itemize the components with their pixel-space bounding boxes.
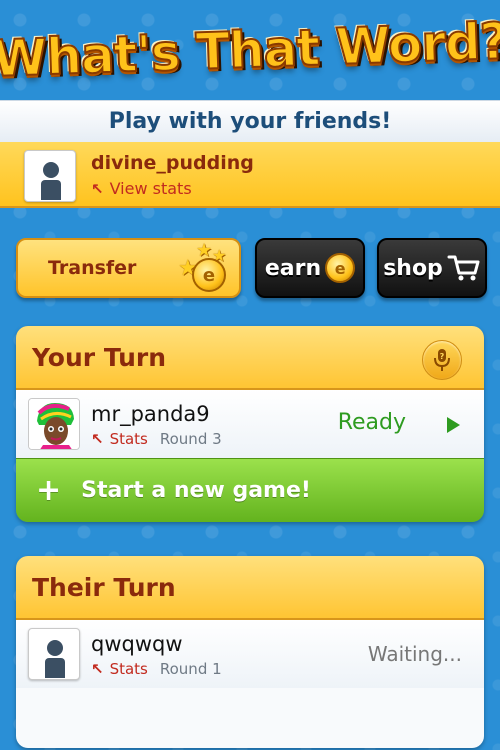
character-avatar-icon bbox=[29, 399, 79, 449]
game-status: Waiting... bbox=[367, 642, 462, 666]
player-name: mr_panda9 bbox=[91, 402, 210, 426]
user-silhouette-icon bbox=[43, 162, 59, 178]
user-silhouette-icon bbox=[47, 640, 63, 656]
arrow-up-left-icon: ↖ bbox=[91, 430, 104, 448]
user-avatar[interactable] bbox=[24, 150, 76, 202]
coins-stars-icon: ★ ★ ★ e bbox=[178, 240, 233, 294]
game-row[interactable]: qwqwqw ↖ Stats Round 1 Waiting... bbox=[16, 620, 484, 688]
game-row[interactable]: mr_panda9 ↖ Stats Round 3 Ready bbox=[16, 390, 484, 458]
start-new-game-label: Start a new game! bbox=[81, 478, 311, 503]
shopping-cart-icon bbox=[447, 255, 480, 281]
tagline-text: Play with your friends! bbox=[108, 109, 392, 134]
coin-icon: e bbox=[192, 258, 226, 292]
microphone-button[interactable]: ? bbox=[422, 340, 462, 380]
panel-footer bbox=[16, 688, 484, 748]
game-status: Ready bbox=[337, 410, 406, 435]
player-avatar bbox=[28, 628, 80, 680]
tagline-bar: Play with your friends! bbox=[0, 100, 500, 142]
earn-button[interactable]: earn e bbox=[255, 238, 365, 298]
play-icon[interactable] bbox=[447, 417, 460, 433]
transfer-label: Transfer bbox=[48, 257, 137, 279]
player-name: qwqwqw bbox=[91, 632, 183, 656]
view-stats-link[interactable]: ↖ View stats bbox=[91, 179, 192, 198]
your-turn-header: Your Turn ? bbox=[16, 326, 484, 390]
start-new-game-button[interactable]: + Start a new game! bbox=[16, 458, 484, 522]
user-profile-bar[interactable]: divine_pudding ↖ View stats bbox=[0, 142, 500, 208]
round-label: Round 1 bbox=[159, 660, 222, 678]
player-stats-link[interactable]: ↖ Stats Round 3 bbox=[91, 430, 222, 448]
stats-label: Stats bbox=[109, 430, 148, 448]
coin-icon: e bbox=[325, 253, 356, 283]
their-turn-header: Their Turn bbox=[16, 556, 484, 620]
logo-text: What's That Word? bbox=[0, 11, 500, 89]
player-stats-link[interactable]: ↖ Stats Round 1 bbox=[91, 660, 222, 678]
app-logo: What's That Word? bbox=[0, 0, 500, 100]
username: divine_pudding bbox=[91, 152, 254, 174]
their-turn-panel: Their Turn qwqwqw ↖ Stats Round 1 Waitin… bbox=[16, 556, 484, 748]
earn-label: earn bbox=[264, 255, 322, 281]
shop-button[interactable]: shop bbox=[377, 238, 487, 298]
shop-label: shop bbox=[383, 255, 443, 281]
plus-icon: + bbox=[36, 472, 62, 508]
svg-text:?: ? bbox=[440, 352, 445, 361]
stats-label: Stats bbox=[109, 660, 148, 678]
player-avatar bbox=[28, 398, 80, 450]
view-stats-label: View stats bbox=[109, 179, 192, 198]
your-turn-title: Your Turn bbox=[32, 342, 167, 372]
transfer-button[interactable]: Transfer ★ ★ ★ e bbox=[16, 238, 241, 298]
microphone-icon: ? bbox=[434, 349, 450, 371]
round-label: Round 3 bbox=[159, 430, 222, 448]
arrow-up-left-icon: ↖ bbox=[91, 660, 104, 678]
arrow-up-left-icon: ↖ bbox=[91, 179, 104, 198]
their-turn-title: Their Turn bbox=[32, 572, 176, 602]
your-turn-panel: Your Turn ? mr_panda9 ↖ Stats Round 3 Re… bbox=[16, 326, 484, 522]
